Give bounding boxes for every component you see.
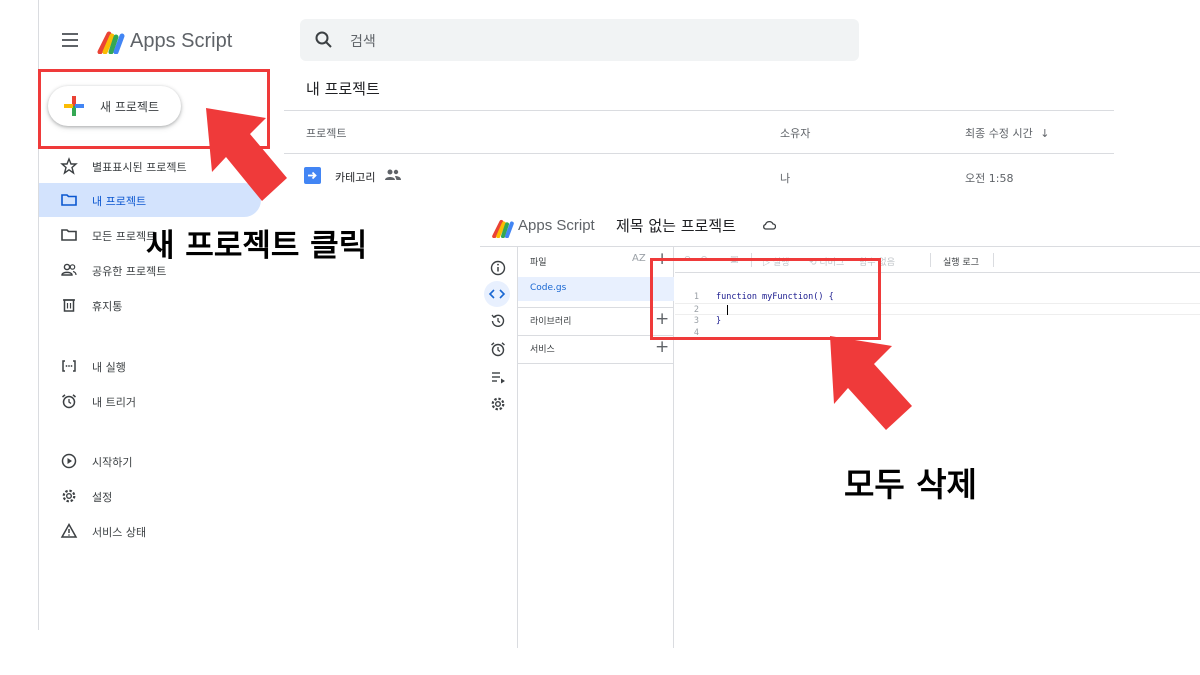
file-name: Code.gs — [530, 283, 567, 293]
sidebar-item-service-status[interactable]: 서비스 상태 — [39, 514, 261, 548]
executions-icon — [62, 360, 76, 372]
play-circle-icon — [61, 453, 77, 469]
search-icon — [315, 31, 332, 48]
shared-people-icon — [385, 169, 401, 180]
sidebar-item-label: 내 트리거 — [92, 396, 136, 409]
executions-list-icon[interactable] — [489, 368, 507, 386]
divider — [284, 110, 1114, 111]
column-header-modified[interactable]: 최종 수정 시간 ↓ — [965, 125, 1049, 141]
column-header-owner[interactable]: 소유자 — [780, 125, 810, 141]
apps-script-logo — [492, 219, 514, 238]
sidebar-item-label: 휴지통 — [92, 300, 123, 313]
search-input[interactable]: 검색 — [350, 31, 376, 51]
sidebar-item-label: 설정 — [92, 491, 113, 504]
sidebar-item-executions[interactable]: 내 실행 — [39, 349, 261, 383]
sidebar-item-label: 공유한 프로젝트 — [92, 265, 167, 278]
alarm-icon — [62, 394, 76, 409]
project-modified: 오전 1:58 — [965, 172, 1014, 185]
arrow-to-code — [830, 336, 912, 430]
column-header-project[interactable]: 프로젝트 — [306, 125, 346, 141]
divider — [930, 253, 931, 267]
history-icon[interactable] — [489, 312, 507, 330]
column-header-modified-label: 최종 수정 시간 — [965, 127, 1033, 140]
app-title: Apps Script — [130, 30, 233, 52]
divider — [518, 363, 674, 364]
arrow-down-icon: ↓ — [1040, 127, 1050, 140]
divider — [284, 153, 1114, 154]
star-icon — [60, 157, 78, 175]
code-editor-icon[interactable] — [484, 281, 510, 307]
cloud-saved-icon — [763, 220, 776, 230]
arrow-to-new-project — [206, 108, 287, 201]
gear-icon[interactable] — [489, 395, 507, 413]
gear-icon — [62, 489, 76, 503]
files-label: 파일 — [530, 258, 547, 268]
sidebar-item-getting-started[interactable]: 시작하기 — [39, 444, 261, 478]
sidebar-item-label: 내 실행 — [92, 361, 126, 374]
search-bar[interactable]: 검색 — [300, 19, 859, 61]
services-label: 서비스 — [530, 345, 555, 355]
divider — [993, 253, 994, 267]
info-icon[interactable] — [489, 259, 507, 277]
sidebar-item-triggers[interactable]: 내 트리거 — [39, 384, 261, 418]
sidebar-item-label: 별표표시된 프로젝트 — [92, 161, 187, 174]
sidebar-item-label: 시작하기 — [92, 456, 133, 469]
execution-log-button[interactable]: 실행 로그 — [943, 255, 979, 268]
editor-app-title: Apps Script — [518, 217, 595, 234]
page-title: 내 프로젝트 — [306, 80, 380, 98]
trash-icon — [63, 299, 75, 312]
add-service-icon[interactable]: + — [655, 339, 669, 356]
highlight-code — [650, 258, 881, 340]
editor-project-title[interactable]: 제목 없는 프로젝트 — [616, 215, 736, 236]
sidebar-item-label: 내 프로젝트 — [92, 195, 147, 208]
warning-icon — [60, 522, 78, 538]
sidebar-item-settings[interactable]: 설정 — [39, 479, 261, 513]
callout-delete-all: 모두 삭제 — [844, 465, 977, 504]
apps-script-logo — [97, 31, 125, 54]
people-icon — [61, 263, 77, 276]
project-owner: 나 — [780, 172, 791, 185]
menu-icon[interactable] — [62, 33, 78, 47]
alarm-icon[interactable] — [489, 340, 507, 358]
sidebar-item-label: 서비스 상태 — [92, 526, 147, 539]
callout-click-new-project: 새 프로젝트 클릭 — [146, 228, 368, 264]
sidebar-item-trash[interactable]: 휴지통 — [39, 288, 261, 322]
folder-icon — [61, 229, 77, 241]
sort-az-icon[interactable]: AZ — [632, 253, 646, 264]
project-file-icon — [304, 167, 321, 184]
project-name[interactable]: 카테고리 — [335, 169, 375, 185]
libraries-label: 라이브러리 — [530, 317, 572, 327]
folder-icon — [61, 194, 77, 206]
